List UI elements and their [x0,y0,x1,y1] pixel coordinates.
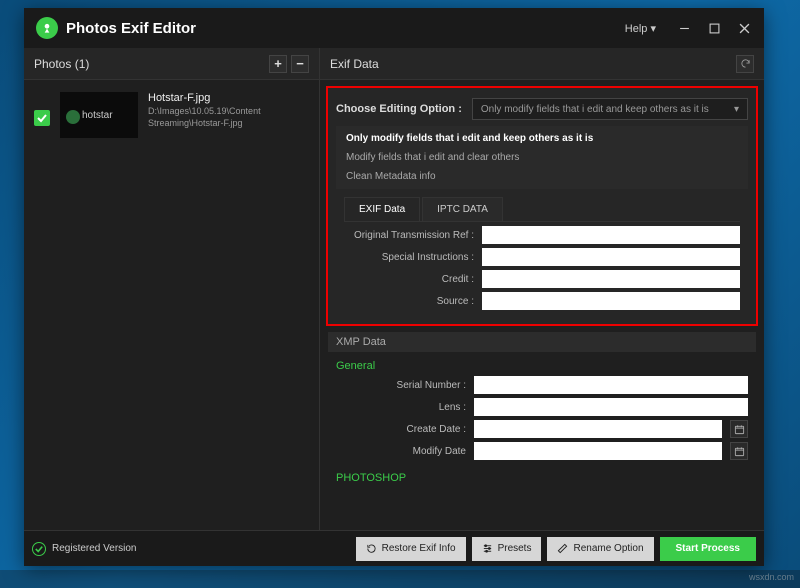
photos-panel-title: Photos (1) [34,57,265,71]
remove-photo-button[interactable]: − [291,55,309,73]
editing-option-label: Choose Editing Option : [336,103,462,115]
desktop-taskbar [0,570,800,588]
dropdown-option[interactable]: Clean Metadata info [336,167,748,186]
general-subheader: General [328,352,756,376]
field-label: Serial Number : [336,380,466,391]
lens-input[interactable] [474,398,748,416]
tab-exif-data[interactable]: EXIF Data [344,197,420,221]
presets-button[interactable]: Presets [472,537,542,561]
field-label: Create Date : [336,424,466,435]
photo-thumbnail: hotstar [60,92,138,138]
app-window: Photos Exif Editor Help ▾ Photos (1) + −… [24,8,764,566]
exif-panel: Exif Data Choose Editing Option : Only m… [320,48,764,530]
start-process-button[interactable]: Start Process [660,537,756,561]
minimize-button[interactable] [672,16,696,40]
restore-exif-button[interactable]: Restore Exif Info [356,537,466,561]
field-label: Modify Date [336,446,466,457]
photo-filepath: D:\Images\10.05.19\Content Streaming\Hot… [148,106,309,129]
field-label: Special Instructions : [344,252,474,263]
chevron-down-icon: ▾ [734,104,739,115]
titlebar: Photos Exif Editor Help ▾ [24,8,764,48]
help-menu[interactable]: Help ▾ [625,22,656,35]
photo-list-item[interactable]: hotstar Hotstar-F.jpg D:\Images\10.05.19… [24,80,319,150]
modify-date-input[interactable] [474,442,722,460]
tab-iptc-data[interactable]: IPTC DATA [422,197,503,221]
special-instructions-input[interactable] [482,248,740,266]
photo-checkbox[interactable] [34,110,50,126]
refresh-button[interactable] [736,55,754,73]
source-input[interactable] [482,292,740,310]
xmp-section-header: XMP Data [328,332,756,352]
maximize-button[interactable] [702,16,726,40]
credit-input[interactable] [482,270,740,288]
calendar-icon[interactable] [730,442,748,460]
dropdown-option[interactable]: Modify fields that i edit and clear othe… [336,148,748,167]
registered-badge-icon [32,542,46,556]
photoshop-subheader: PHOTOSHOP [328,464,756,488]
photo-filename: Hotstar-F.jpg [148,92,309,104]
field-label: Credit : [344,274,474,285]
create-date-input[interactable] [474,420,722,438]
rename-option-button[interactable]: Rename Option [547,537,653,561]
serial-number-input[interactable] [474,376,748,394]
app-title: Photos Exif Editor [66,20,625,37]
field-label: Lens : [336,402,466,413]
editing-option-dropdown[interactable]: Only modify fields that i edit and keep … [472,98,748,120]
field-label: Source : [344,296,474,307]
app-logo-icon [36,17,58,39]
field-label: Original Transmission Ref : [344,230,474,241]
close-button[interactable] [732,16,756,40]
add-photo-button[interactable]: + [269,55,287,73]
editing-option-menu: Only modify fields that i edit and keep … [336,126,748,189]
calendar-icon[interactable] [730,420,748,438]
original-transmission-ref-input[interactable] [482,226,740,244]
bottom-toolbar: Registered Version Restore Exif Info Pre… [24,530,764,566]
exif-panel-title: Exif Data [330,57,736,71]
registered-label: Registered Version [52,543,137,554]
editing-option-highlight: Choose Editing Option : Only modify fiel… [326,86,758,326]
photos-panel: Photos (1) + − hotstar Hotstar-F.jpg D:\… [24,48,320,530]
dropdown-option[interactable]: Only modify fields that i edit and keep … [336,129,748,148]
